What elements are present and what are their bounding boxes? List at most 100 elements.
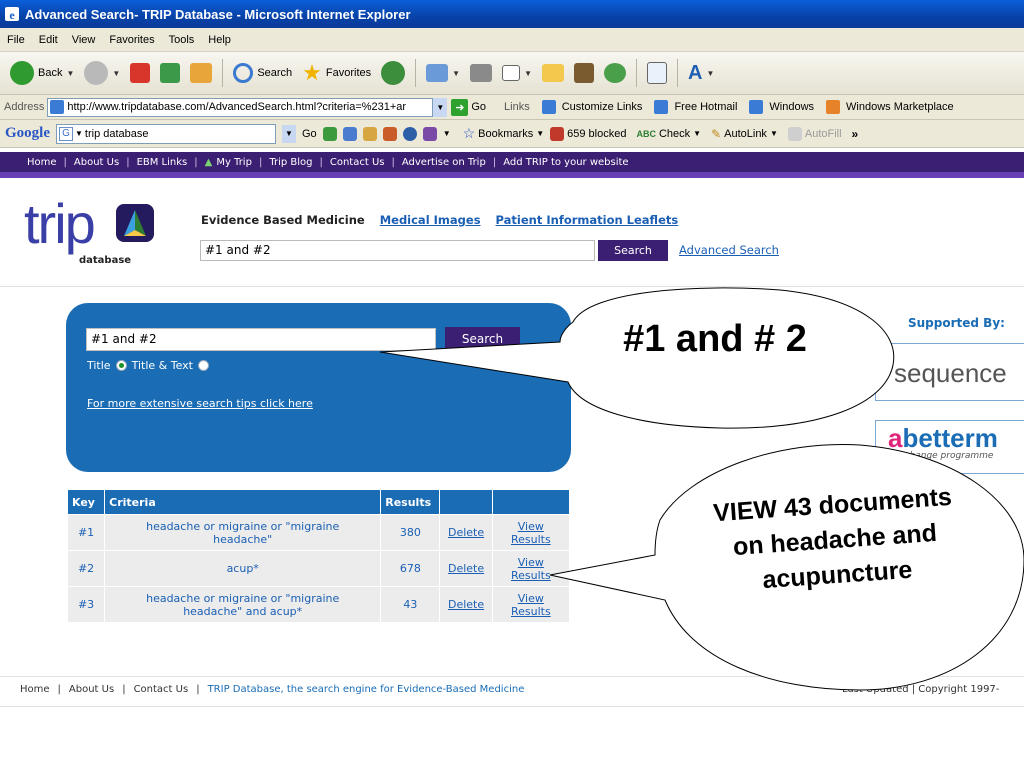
advanced-search-link[interactable]: Advanced Search: [679, 243, 779, 257]
delete-link[interactable]: Delete: [440, 587, 492, 622]
popup-blocker-button[interactable]: 659 blocked: [550, 126, 626, 141]
nav-add-trip[interactable]: Add TRIP to your website: [503, 157, 628, 168]
menu-edit[interactable]: Edit: [32, 34, 65, 46]
menu-tools[interactable]: Tools: [162, 34, 202, 46]
popup-blocked-icon: [550, 126, 565, 141]
patient-leaflets-link[interactable]: Patient Information Leaflets: [496, 213, 679, 227]
link-customize-links[interactable]: Customize Links: [541, 100, 642, 114]
go-button[interactable]: ➜ Go: [451, 98, 486, 116]
menu-help[interactable]: Help: [201, 34, 238, 46]
search-tips-link[interactable]: For more extensive search tips click her…: [87, 397, 313, 410]
sponsor-a-letter: a: [888, 423, 903, 453]
menu-view[interactable]: View: [65, 34, 103, 46]
panel-search-input[interactable]: #1 and #2: [86, 328, 436, 351]
nav-home[interactable]: Home: [27, 157, 57, 168]
forward-button[interactable]: ▼: [80, 57, 124, 89]
address-url: http://www.tripdatabase.com/AdvancedSear…: [67, 101, 407, 113]
mail-button[interactable]: ▼: [422, 57, 464, 89]
trip-logo[interactable]: trip database: [18, 196, 178, 282]
pagerank-icon[interactable]: [322, 126, 337, 141]
table-row: #3 headache or migraine or "migraine hea…: [68, 587, 569, 622]
link-windows[interactable]: Windows: [749, 100, 814, 114]
col-delete: [440, 490, 492, 514]
sponsor-sequence-logo[interactable]: sequence: [875, 343, 1024, 401]
footer-contact-link[interactable]: Contact Us: [134, 684, 189, 695]
messenger-button[interactable]: [600, 57, 630, 89]
news-icon[interactable]: [362, 126, 377, 141]
footer-about-link[interactable]: About Us: [69, 684, 114, 695]
autolink-button[interactable]: ✎ AutoLink ▼: [711, 127, 778, 141]
bookmarks-label: Bookmarks: [478, 127, 534, 140]
link-free-hotmail[interactable]: Free Hotmail: [654, 100, 737, 114]
puzzle-icon[interactable]: [422, 126, 437, 141]
delete-link[interactable]: Delete: [440, 551, 492, 586]
froogle-icon[interactable]: [382, 126, 397, 141]
favorites-button[interactable]: ★ Favorites: [298, 57, 375, 89]
nav-separator: |: [126, 156, 130, 168]
edit-button[interactable]: ▼: [498, 57, 536, 89]
print-button[interactable]: [466, 57, 496, 89]
autofill-button[interactable]: AutoFill: [787, 126, 842, 141]
groups-icon[interactable]: [402, 126, 417, 141]
refresh-button[interactable]: [156, 57, 184, 89]
view-results-link[interactable]: View Results: [492, 551, 569, 586]
search-scope-radios: Title Title & Text: [87, 359, 209, 372]
view-results-link[interactable]: View Results: [492, 515, 569, 550]
find-button[interactable]: [643, 57, 671, 89]
go-arrow-icon: ➜: [451, 98, 469, 116]
folder-button[interactable]: [538, 57, 568, 89]
link-label: Windows Marketplace: [846, 101, 954, 113]
search-button[interactable]: Search: [229, 57, 296, 89]
address-dropdown-icon[interactable]: ▼: [433, 97, 448, 117]
view-results-link[interactable]: View Results: [492, 587, 569, 622]
nav-about-us[interactable]: About Us: [74, 157, 119, 168]
back-label: Back: [38, 67, 63, 79]
pyramid-graphic: [124, 210, 146, 236]
sponsor-abetterme-logo[interactable]: abetterm life change programme: [875, 420, 1024, 474]
link-label: Free Hotmail: [674, 101, 738, 113]
footer-home-link[interactable]: Home: [20, 684, 50, 695]
menu-file[interactable]: File: [0, 34, 32, 46]
windows-flag-icon: [826, 100, 841, 114]
autofill-label: AutoFill: [804, 127, 842, 140]
google-search-input[interactable]: G ▼ trip database: [56, 123, 276, 144]
row-criteria: acup*: [105, 551, 381, 586]
nav-my-trip[interactable]: My Trip: [216, 157, 252, 168]
evidence-based-medicine-label: Evidence Based Medicine: [201, 213, 365, 227]
radio-title-and-text[interactable]: [197, 360, 209, 371]
medical-images-link[interactable]: Medical Images: [380, 213, 481, 227]
address-field[interactable]: http://www.tripdatabase.com/AdvancedSear…: [47, 97, 434, 117]
dropdown-arrow-icon: ▼: [524, 68, 532, 78]
more-chevron-icon[interactable]: »: [852, 127, 859, 141]
nav-trip-blog[interactable]: Trip Blog: [269, 157, 312, 168]
history-button[interactable]: [377, 57, 409, 89]
back-button[interactable]: Back ▼: [6, 57, 78, 89]
link-windows-marketplace[interactable]: Windows Marketplace: [826, 100, 954, 114]
footer-separator: |: [57, 684, 61, 695]
search-site-icon[interactable]: [342, 126, 357, 141]
header-search-button[interactable]: Search: [598, 240, 668, 261]
radio-title[interactable]: [115, 360, 127, 371]
refresh-icon: [160, 63, 181, 83]
page-icon: [50, 100, 65, 114]
header-search-input[interactable]: #1 and #2: [200, 240, 595, 261]
bookmarks-button[interactable]: ☆ Bookmarks ▼: [463, 125, 545, 142]
font-size-icon: A: [688, 61, 703, 84]
font-size-button[interactable]: A ▼: [684, 57, 718, 89]
nav-advertise[interactable]: Advertise on Trip: [402, 157, 486, 168]
radio-title-label: Title: [87, 359, 111, 372]
spellcheck-button[interactable]: ABC Check ▼: [636, 128, 701, 140]
google-go-button[interactable]: Go: [302, 128, 317, 140]
stop-button[interactable]: [126, 57, 154, 89]
panel-search-button[interactable]: Search: [445, 327, 520, 351]
menu-favorites[interactable]: Favorites: [102, 34, 161, 46]
nav-ebm-links[interactable]: EBM Links: [137, 157, 188, 168]
dropdown-arrow-icon[interactable]: ▼: [443, 129, 451, 138]
home-button[interactable]: [186, 57, 216, 89]
nav-contact-us[interactable]: Contact Us: [330, 157, 385, 168]
browser-toolbar: Back ▼ ▼ Search ★ Favorites ▼ ▼ A ▼: [0, 52, 1024, 95]
google-dropdown-icon[interactable]: ▼: [282, 124, 296, 143]
dropdown-arrow-icon: ▼: [66, 68, 75, 78]
delete-link[interactable]: Delete: [440, 515, 492, 550]
research-button[interactable]: [570, 57, 598, 89]
